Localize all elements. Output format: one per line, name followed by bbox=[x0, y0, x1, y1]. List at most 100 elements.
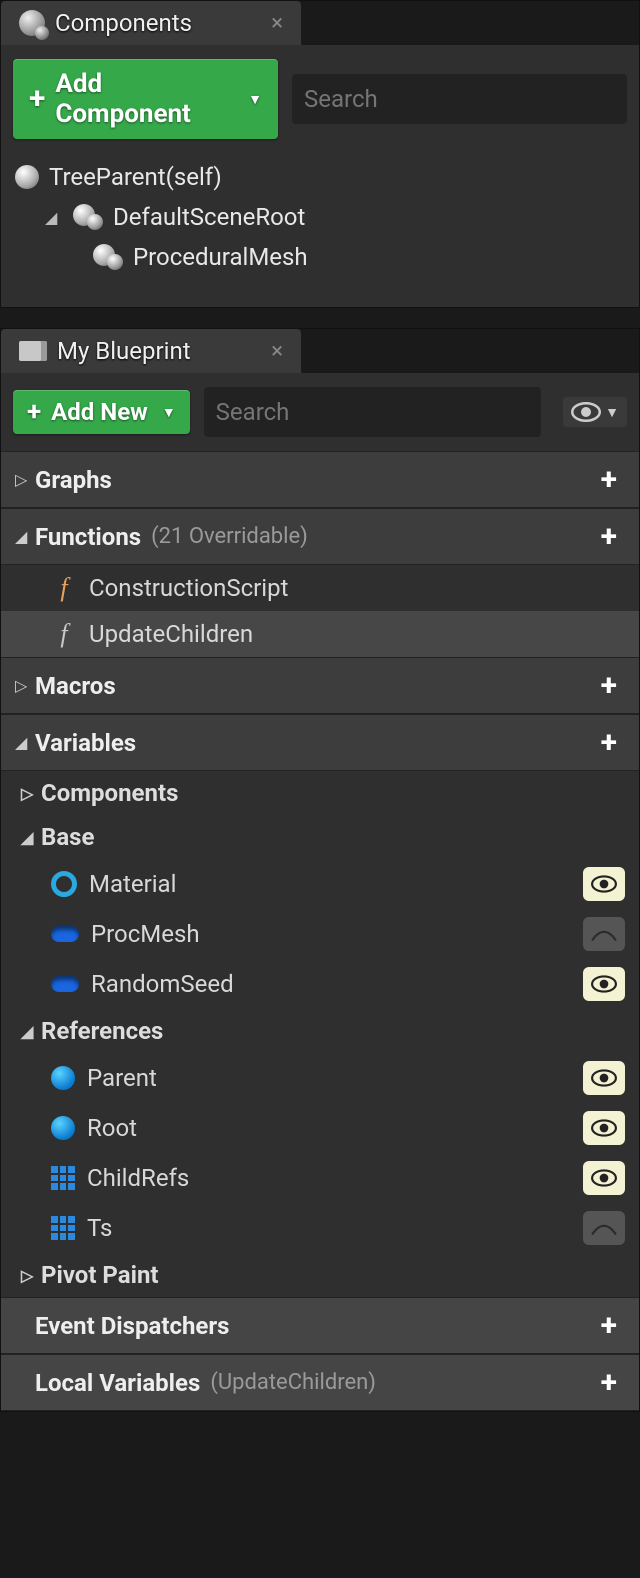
myblueprint-search[interactable] bbox=[204, 387, 541, 437]
add-component-label: Add Component bbox=[55, 69, 234, 129]
add-new-button[interactable]: + Add New ▼ bbox=[13, 390, 190, 434]
components-search[interactable] bbox=[292, 74, 627, 124]
component-child-row[interactable]: ProceduralMesh bbox=[1, 237, 639, 277]
variable-label: RandomSeed bbox=[91, 970, 571, 998]
components-search-input[interactable] bbox=[304, 85, 615, 113]
section-macros-label: Macros bbox=[35, 672, 116, 700]
expand-icon[interactable]: ◢ bbox=[45, 208, 63, 227]
variable-procmesh[interactable]: ProcMesh bbox=[1, 909, 639, 959]
function-label: UpdateChildren bbox=[89, 620, 625, 648]
vargroup-label: Base bbox=[41, 823, 94, 851]
scene-component-icon bbox=[73, 204, 103, 230]
components-tab[interactable]: Components × bbox=[1, 1, 301, 45]
section-functions-meta: (21 Overridable) bbox=[151, 524, 308, 549]
variable-ts[interactable]: Ts bbox=[1, 1203, 639, 1253]
myblueprint-tab-title: My Blueprint bbox=[57, 337, 191, 365]
visibility-off-icon[interactable] bbox=[583, 1211, 625, 1245]
function-constructionscript[interactable]: f ConstructionScript bbox=[1, 565, 639, 611]
function-label: ConstructionScript bbox=[89, 574, 625, 602]
chevron-down-icon: ▼ bbox=[248, 91, 262, 108]
visibility-on-icon[interactable] bbox=[583, 867, 625, 901]
variable-label: Parent bbox=[87, 1064, 571, 1092]
expand-icon[interactable]: ▷ bbox=[21, 1266, 41, 1285]
add-function-button[interactable]: + bbox=[593, 519, 625, 554]
object-pill-icon bbox=[51, 926, 79, 942]
close-icon[interactable]: × bbox=[271, 339, 283, 364]
collapse-icon[interactable]: ◢ bbox=[15, 733, 35, 752]
section-functions-label: Functions bbox=[35, 523, 141, 551]
add-new-label: Add New bbox=[51, 398, 148, 426]
section-event-dispatchers-label: Event Dispatchers bbox=[35, 1312, 229, 1340]
add-graph-button[interactable]: + bbox=[593, 462, 625, 497]
plus-icon: + bbox=[29, 84, 45, 114]
section-variables-label: Variables bbox=[35, 729, 136, 757]
vargroup-references[interactable]: ◢ References bbox=[1, 1009, 639, 1053]
variable-root[interactable]: Root bbox=[1, 1103, 639, 1153]
array-icon bbox=[51, 1216, 75, 1240]
variable-randomseed[interactable]: RandomSeed bbox=[1, 959, 639, 1009]
section-variables[interactable]: ◢ Variables + bbox=[1, 714, 639, 771]
add-event-dispatcher-button[interactable]: + bbox=[593, 1308, 625, 1343]
section-functions[interactable]: ◢ Functions (21 Overridable) + bbox=[1, 508, 639, 565]
section-event-dispatchers[interactable]: Event Dispatchers + bbox=[1, 1297, 639, 1354]
object-ball-icon bbox=[51, 1066, 75, 1090]
components-panel: Components × + Add Component ▼ TreeParen… bbox=[0, 0, 640, 308]
section-local-variables[interactable]: Local Variables (UpdateChildren) + bbox=[1, 1354, 639, 1411]
visibility-on-icon[interactable] bbox=[583, 1111, 625, 1145]
myblueprint-tab[interactable]: My Blueprint × bbox=[1, 329, 301, 373]
plus-icon: + bbox=[27, 399, 41, 425]
section-macros[interactable]: ▷ Macros + bbox=[1, 657, 639, 714]
visibility-on-icon[interactable] bbox=[583, 967, 625, 1001]
variable-label: Ts bbox=[87, 1214, 571, 1242]
visibility-off-icon[interactable] bbox=[583, 917, 625, 951]
chevron-down-icon: ▼ bbox=[162, 404, 176, 421]
myblueprint-tab-bar: My Blueprint × bbox=[1, 329, 639, 373]
section-local-variables-label: Local Variables bbox=[35, 1369, 200, 1397]
add-component-button[interactable]: + Add Component ▼ bbox=[13, 59, 278, 139]
function-updatechildren[interactable]: f UpdateChildren bbox=[1, 611, 639, 657]
components-toolbar: + Add Component ▼ bbox=[1, 45, 639, 153]
variable-label: Material bbox=[89, 870, 571, 898]
components-tab-title: Components bbox=[55, 9, 192, 37]
variable-label: ProcMesh bbox=[91, 920, 571, 948]
add-macro-button[interactable]: + bbox=[593, 668, 625, 703]
vargroup-label: Pivot Paint bbox=[41, 1261, 159, 1289]
components-tab-bar: Components × bbox=[1, 1, 639, 45]
scene-component-icon bbox=[93, 244, 123, 270]
object-ball-icon bbox=[51, 1116, 75, 1140]
blueprint-tab-icon bbox=[19, 341, 47, 361]
visibility-on-icon[interactable] bbox=[583, 1061, 625, 1095]
components-tab-icon bbox=[19, 10, 45, 36]
material-interface-icon bbox=[51, 871, 77, 897]
array-icon bbox=[51, 1166, 75, 1190]
expand-icon[interactable]: ▷ bbox=[21, 784, 41, 803]
close-icon[interactable]: × bbox=[271, 11, 283, 36]
collapse-icon[interactable]: ◢ bbox=[21, 1022, 41, 1041]
component-self-row[interactable]: TreeParent(self) bbox=[1, 157, 639, 197]
collapse-icon[interactable]: ◢ bbox=[15, 527, 35, 546]
function-icon: f bbox=[51, 573, 77, 603]
myblueprint-toolbar: + Add New ▼ ▼ bbox=[1, 373, 639, 451]
section-graphs-label: Graphs bbox=[35, 466, 112, 494]
view-options-button[interactable]: ▼ bbox=[563, 397, 627, 427]
object-pill-icon bbox=[51, 976, 79, 992]
add-local-variable-button[interactable]: + bbox=[593, 1365, 625, 1400]
expand-icon[interactable]: ▷ bbox=[15, 676, 35, 695]
collapse-icon[interactable]: ◢ bbox=[21, 828, 41, 847]
vargroup-pivotpaint[interactable]: ▷ Pivot Paint bbox=[1, 1253, 639, 1297]
add-variable-button[interactable]: + bbox=[593, 725, 625, 760]
components-tree: TreeParent(self) ◢ DefaultSceneRoot Proc… bbox=[1, 153, 639, 307]
component-sceneroot-label: DefaultSceneRoot bbox=[113, 203, 305, 231]
myblueprint-search-input[interactable] bbox=[216, 398, 529, 426]
component-sceneroot-row[interactable]: ◢ DefaultSceneRoot bbox=[1, 197, 639, 237]
variable-parent[interactable]: Parent bbox=[1, 1053, 639, 1103]
expand-icon[interactable]: ▷ bbox=[15, 470, 35, 489]
vargroup-components[interactable]: ▷ Components bbox=[1, 771, 639, 815]
myblueprint-panel: My Blueprint × + Add New ▼ ▼ ▷ Graphs + … bbox=[0, 328, 640, 1412]
visibility-on-icon[interactable] bbox=[583, 1161, 625, 1195]
section-graphs[interactable]: ▷ Graphs + bbox=[1, 451, 639, 508]
vargroup-base[interactable]: ◢ Base bbox=[1, 815, 639, 859]
variable-childrefs[interactable]: ChildRefs bbox=[1, 1153, 639, 1203]
variable-material[interactable]: Material bbox=[1, 859, 639, 909]
variable-label: Root bbox=[87, 1114, 571, 1142]
